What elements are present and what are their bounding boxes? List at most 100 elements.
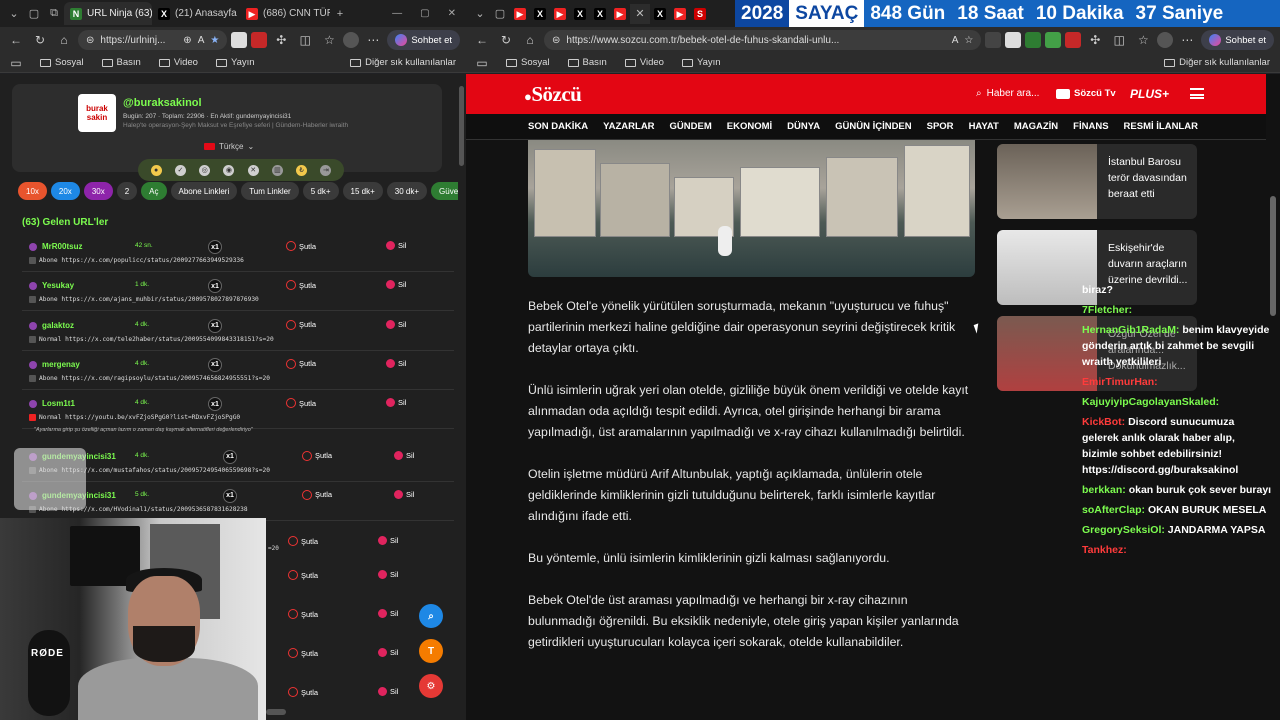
- copilot-button[interactable]: Sohbet et: [387, 30, 460, 50]
- delete-button[interactable]: Sil: [378, 570, 398, 579]
- favorites-icon[interactable]: ☆: [1133, 30, 1153, 50]
- twitter-icon[interactable]: ✓: [174, 164, 186, 176]
- skip-button[interactable]: Şutla: [286, 241, 316, 251]
- filter-button[interactable]: 10x: [18, 182, 47, 200]
- extension-icon[interactable]: [1025, 32, 1042, 48]
- tab-x-home[interactable]: X (21) Anasayfa ✕: [152, 2, 240, 25]
- filter-button[interactable]: Aç: [141, 182, 167, 200]
- back-icon[interactable]: ←: [6, 30, 26, 50]
- youtube-tab-icon[interactable]: ▶: [610, 4, 630, 24]
- skip-button[interactable]: Şutla: [302, 489, 332, 500]
- multiplier-badge[interactable]: x1: [208, 357, 222, 372]
- favorites-icon[interactable]: ☆: [319, 30, 339, 50]
- site-info-icon[interactable]: ⊜: [552, 35, 560, 46]
- row-url[interactable]: Abone https://x.com/populicc/status/2009…: [29, 257, 244, 264]
- coin-icon[interactable]: ₺: [296, 164, 308, 176]
- chat-username[interactable]: EmirTimurHan:: [1082, 376, 1158, 388]
- chat-username[interactable]: HernanGib1RadaM:: [1082, 324, 1179, 336]
- row-username[interactable]: Losm1t1: [42, 399, 75, 408]
- row-username[interactable]: MrR00tsuz: [42, 242, 82, 251]
- nav-item[interactable]: YAZARLAR: [603, 121, 654, 132]
- extension-icon[interactable]: [231, 32, 248, 48]
- hamburger-menu-icon[interactable]: [1190, 88, 1204, 99]
- search-box[interactable]: ⌕ Haber ara...: [976, 88, 1039, 99]
- tab-menu-icon[interactable]: ⌄: [470, 4, 490, 24]
- chat-username[interactable]: soAfterClap:: [1082, 504, 1145, 516]
- back-icon[interactable]: ←: [472, 30, 492, 50]
- extension-icon[interactable]: [1065, 32, 1082, 48]
- kick-icon[interactable]: ●: [150, 164, 162, 176]
- favorite-star-icon[interactable]: ★: [210, 35, 219, 46]
- delete-button[interactable]: Sil: [386, 241, 406, 250]
- skip-button[interactable]: Şutla: [288, 687, 318, 697]
- address-bar[interactable]: ⊜ https://www.sozcu.com.tr/bebek-otel-de…: [544, 30, 982, 50]
- sozcu-tab-icon[interactable]: S: [690, 4, 710, 24]
- tab-cnn-turk[interactable]: ▶ (686) CNN TÜR ✕: [240, 2, 330, 25]
- filter-button[interactable]: Tum Linkler: [241, 182, 299, 200]
- t-avatar-button[interactable]: T: [419, 639, 443, 663]
- youtube-tab-icon[interactable]: ▶: [550, 4, 570, 24]
- more-menu-icon[interactable]: ⋯: [1177, 30, 1197, 50]
- bookmark-sosyal[interactable]: Sosyal: [40, 57, 84, 68]
- avatar[interactable]: [1157, 32, 1174, 48]
- sozcu-tv-link[interactable]: Sözcü Tv: [1056, 88, 1116, 99]
- delete-button[interactable]: Sil: [394, 450, 414, 460]
- delete-button[interactable]: Sil: [386, 398, 406, 408]
- x-tab-icon[interactable]: X: [590, 4, 610, 24]
- more-menu-icon[interactable]: ⋯: [363, 30, 383, 50]
- extension-icon[interactable]: [251, 32, 268, 48]
- row-url[interactable]: Normal https://youtu.be/xvFZjoSPgG0?list…: [29, 414, 240, 422]
- bookmark-basin[interactable]: Basın: [101, 57, 141, 68]
- bookmark-other-favorites[interactable]: Diğer sık kullanılanlar: [350, 57, 456, 68]
- window-close-icon[interactable]: ✕: [448, 8, 456, 19]
- filter-button[interactable]: 30 dk+: [386, 182, 428, 200]
- tab-menu-icon[interactable]: ⌄: [4, 4, 24, 24]
- chat-username[interactable]: KajuyiyipCagolayanSkaled:: [1082, 396, 1219, 408]
- skip-button[interactable]: Şutla: [286, 280, 316, 291]
- skip-button[interactable]: Şutla: [286, 398, 316, 409]
- settings-icon[interactable]: ⚙: [419, 674, 443, 698]
- delete-button[interactable]: Sil: [386, 280, 406, 290]
- split-screen-icon[interactable]: ◫: [295, 30, 315, 50]
- reload-icon[interactable]: ↻: [496, 30, 516, 50]
- read-aloud-icon[interactable]: A: [198, 35, 205, 46]
- x-tab-icon[interactable]: X: [650, 4, 670, 24]
- trash-icon[interactable]: ▥: [271, 164, 283, 176]
- chat-username[interactable]: KickBot:: [1082, 416, 1125, 428]
- delete-button[interactable]: Sil: [378, 536, 398, 545]
- extension-icon[interactable]: [1005, 32, 1022, 48]
- sozcu-logo[interactable]: ●Sözcü: [524, 82, 582, 107]
- bookmark-yayin[interactable]: Yayın: [215, 57, 255, 68]
- skip-button[interactable]: Şutla: [286, 319, 316, 330]
- chat-username[interactable]: 7Fletcher:: [1082, 304, 1132, 316]
- filter-button[interactable]: Güvenli: [431, 182, 458, 200]
- nav-item[interactable]: SPOR: [927, 121, 954, 132]
- delete-button[interactable]: Sil: [378, 687, 398, 696]
- chat-username[interactable]: Tankhez:: [1082, 544, 1127, 556]
- search-icon[interactable]: ⌕: [419, 604, 443, 628]
- favorite-star-icon[interactable]: ☆: [964, 35, 973, 46]
- multiplier-badge[interactable]: x1: [208, 240, 222, 254]
- discord-icon[interactable]: ◉: [223, 164, 235, 176]
- x-tab-icon[interactable]: X: [530, 4, 550, 24]
- youtube-tab-icon[interactable]: ▶: [670, 4, 690, 24]
- delete-button[interactable]: Sil: [394, 489, 414, 499]
- avatar[interactable]: [343, 32, 360, 48]
- reading-list-icon[interactable]: ▭: [476, 53, 488, 73]
- bookmark-sosyal[interactable]: Sosyal: [506, 57, 550, 68]
- nav-item[interactable]: SON DAKİKA: [528, 121, 588, 132]
- language-selector[interactable]: Türkçe ⌄: [204, 142, 254, 151]
- filter-button[interactable]: 2: [116, 182, 138, 200]
- row-url[interactable]: Abone https://x.com/ragipsoylu/status/20…: [29, 374, 270, 382]
- chat-username[interactable]: GregorySeksiOl:: [1082, 524, 1165, 536]
- address-bar[interactable]: ⊜ https://urlninj... ⊕ A ★: [78, 30, 228, 50]
- row-username[interactable]: galaktoz: [42, 321, 74, 330]
- skip-button[interactable]: Şutla: [288, 609, 318, 619]
- extensions-puzzle-icon[interactable]: ✣: [1085, 30, 1105, 50]
- plus-link[interactable]: PLUS+: [1130, 87, 1169, 101]
- delete-button[interactable]: Sil: [378, 648, 398, 657]
- chat-username[interactable]: berkkan:: [1082, 484, 1126, 496]
- filter-button[interactable]: 30x: [83, 182, 113, 200]
- read-aloud-icon[interactable]: A: [952, 35, 959, 46]
- nav-item[interactable]: HAYAT: [969, 121, 999, 132]
